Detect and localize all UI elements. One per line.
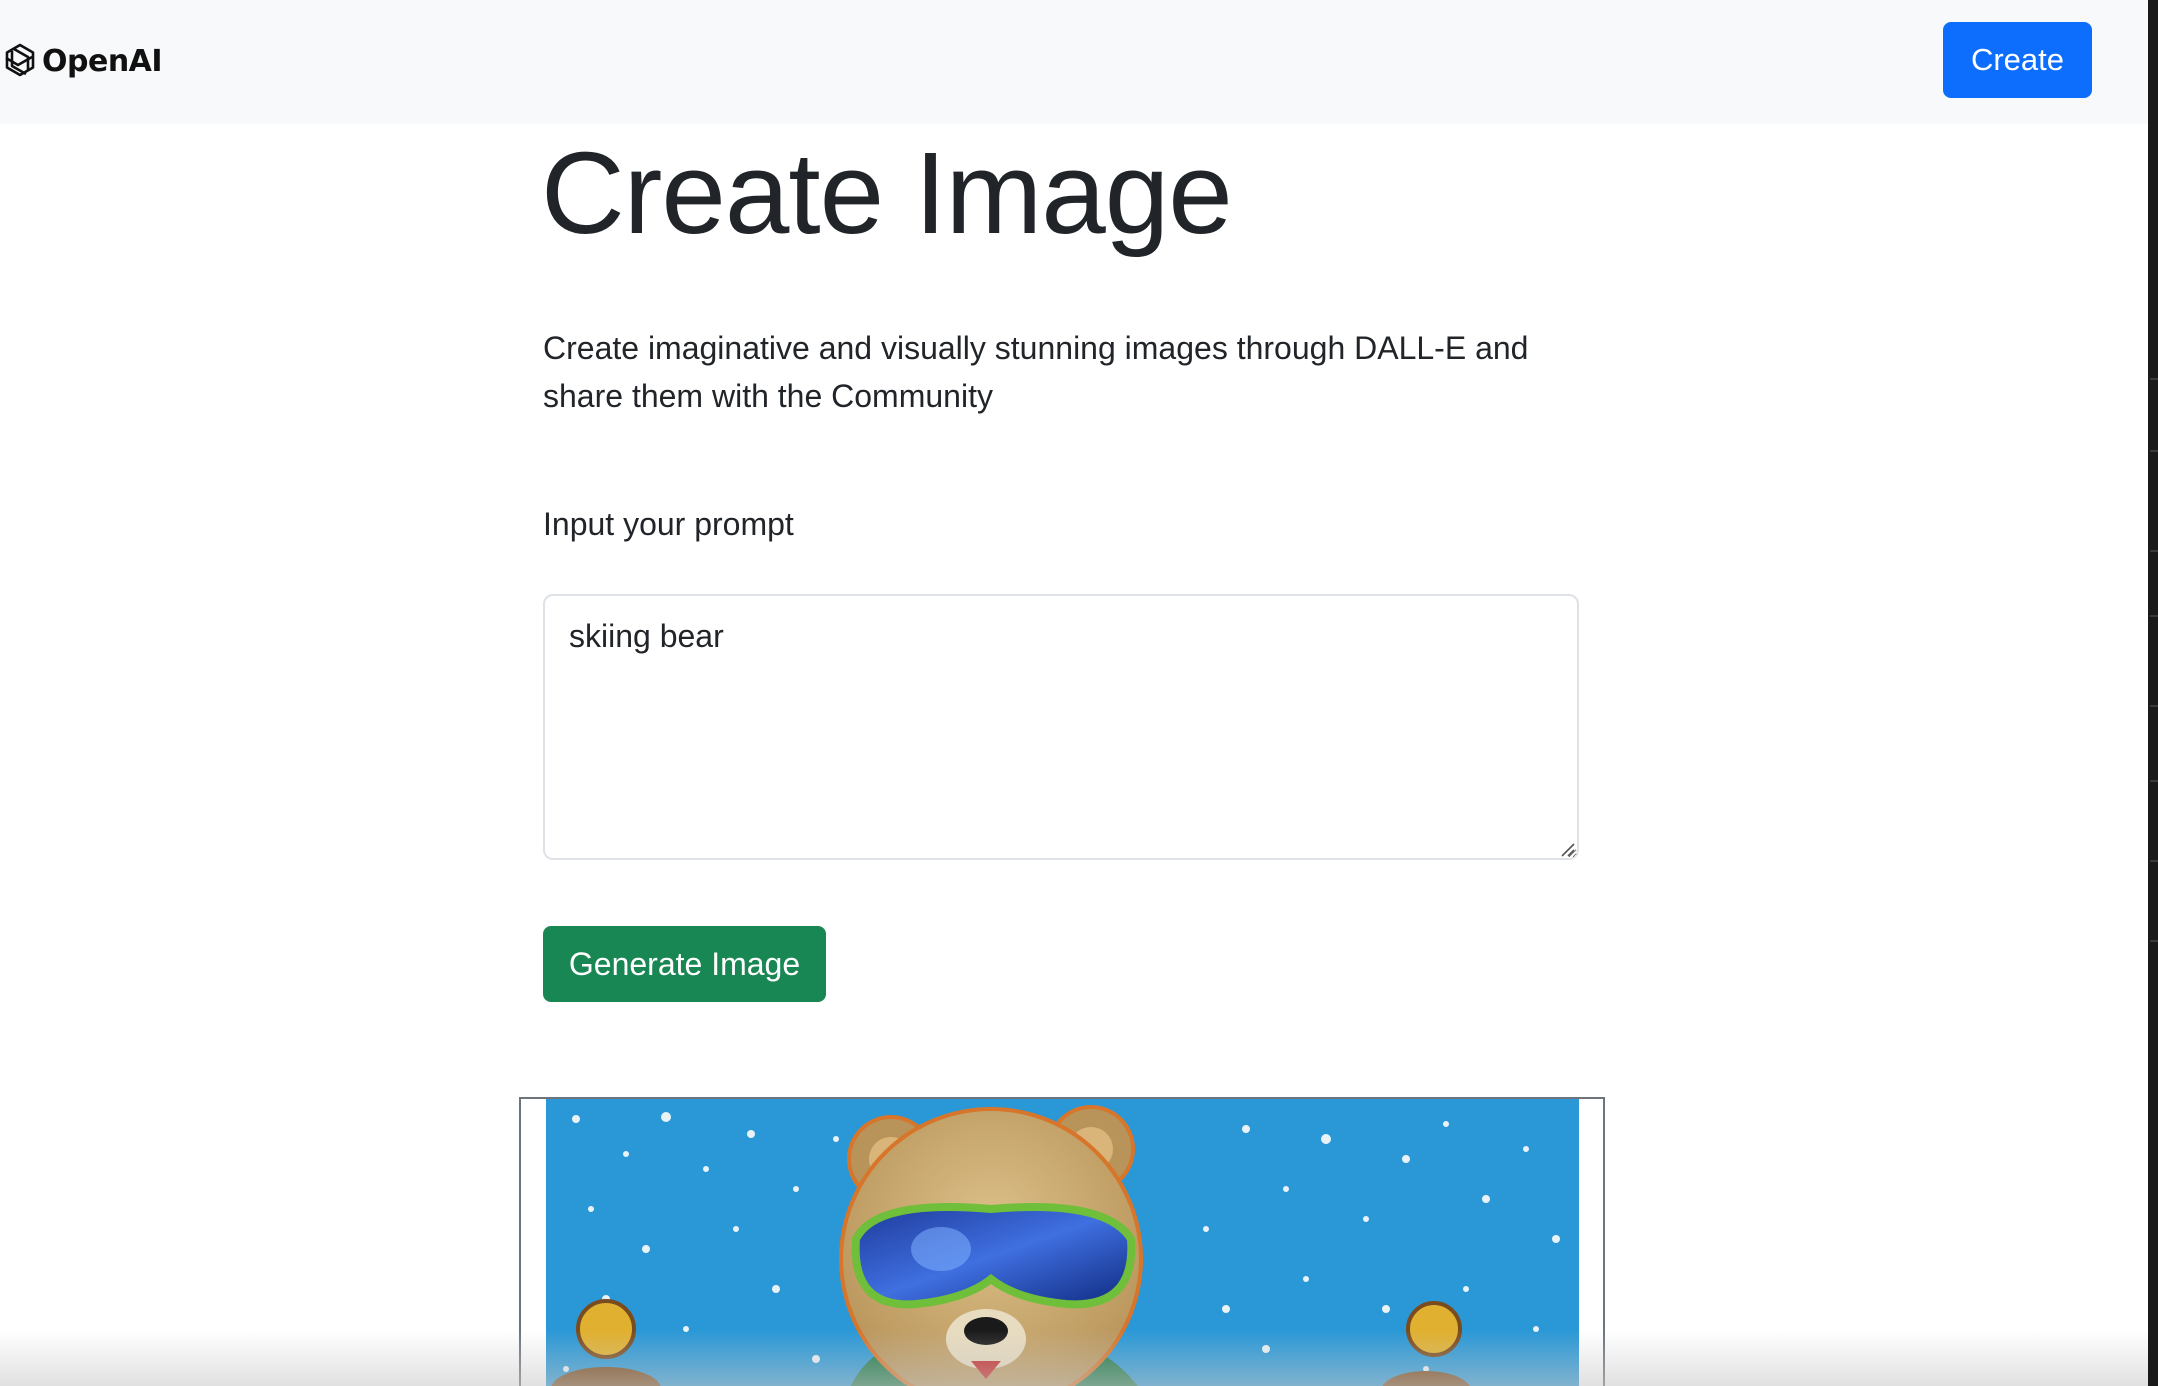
generate-image-button[interactable]: Generate Image bbox=[543, 926, 826, 1002]
page-title: Create Image bbox=[541, 128, 1233, 258]
generated-image-card bbox=[519, 1097, 1605, 1386]
page-description: Create imaginative and visually stunning… bbox=[543, 330, 1529, 414]
brand-link[interactable]: OpenAI bbox=[0, 40, 163, 82]
edge-tick bbox=[2150, 940, 2158, 942]
window-edge bbox=[2148, 0, 2158, 1386]
edge-tick bbox=[2150, 550, 2158, 552]
brand-name: OpenAI bbox=[42, 43, 163, 79]
generated-image[interactable] bbox=[546, 1099, 1579, 1386]
openai-logo-icon bbox=[5, 43, 35, 77]
edge-tick bbox=[2150, 780, 2158, 782]
edge-tick bbox=[2150, 378, 2158, 380]
prompt-textarea[interactable]: skiing bear bbox=[543, 594, 1579, 860]
edge-tick bbox=[2150, 860, 2158, 862]
prompt-label: Input your prompt bbox=[543, 506, 794, 542]
browser-viewport: OpenAI Create Create Image Create imagin… bbox=[0, 0, 2148, 1386]
create-button[interactable]: Create bbox=[1943, 22, 2092, 98]
edge-tick bbox=[2150, 705, 2158, 707]
edge-tick bbox=[2150, 450, 2158, 452]
top-navbar: OpenAI Create bbox=[0, 0, 2148, 124]
edge-tick bbox=[2150, 615, 2158, 617]
